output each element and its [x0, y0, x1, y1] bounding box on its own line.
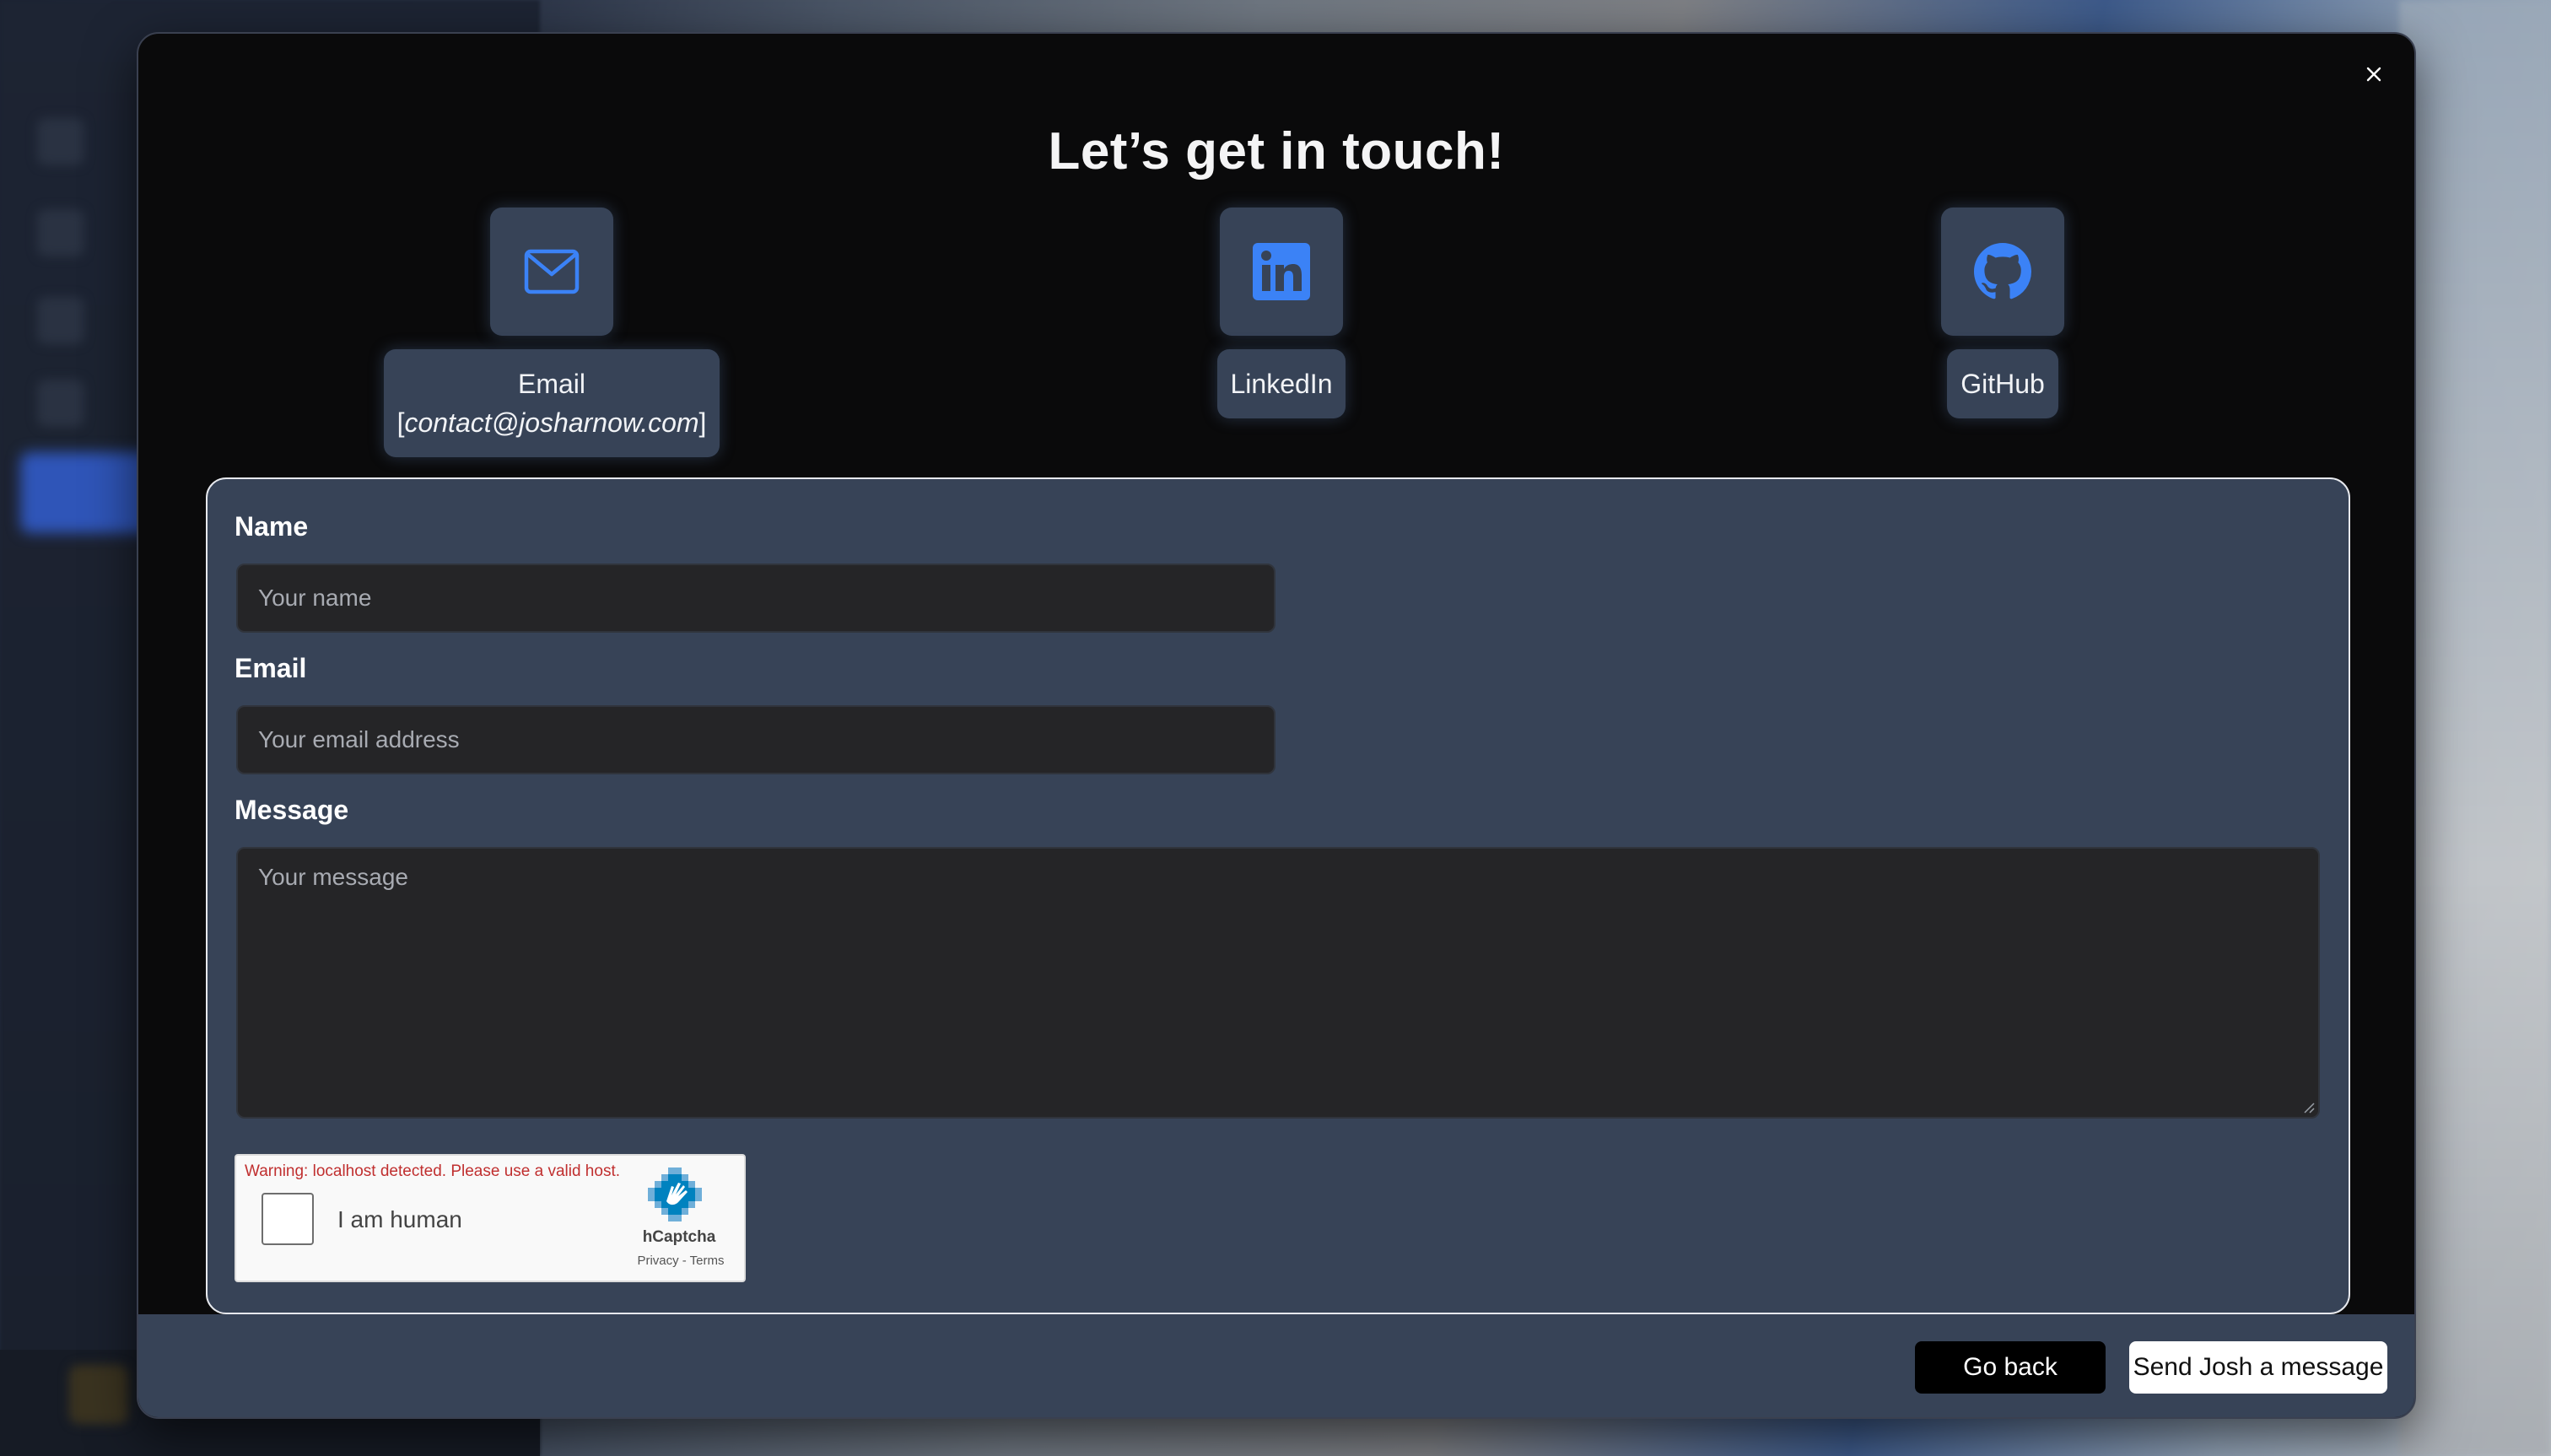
captcha-brand: hCaptcha: [642, 1228, 716, 1246]
background-nav-item: [37, 118, 84, 165]
modal-title: Let’s get in touch!: [1048, 122, 1505, 181]
name-label: Name: [235, 511, 309, 542]
close-icon: [2366, 67, 2381, 82]
github-label: GitHub: [1960, 369, 2045, 399]
background-active-item: [20, 452, 155, 533]
email-placeholder: Your email address: [258, 726, 460, 752]
resize-handle-icon[interactable]: [2301, 1100, 2315, 1114]
linkedin-label: LinkedIn: [1230, 369, 1333, 399]
captcha-widget: Warning: localhost detected. Please use …: [235, 1154, 746, 1282]
email-address: [contact@josharnow.com]: [396, 407, 707, 438]
linkedin-label-button[interactable]: LinkedIn: [1216, 349, 1346, 418]
linkedin-icon: [1253, 243, 1310, 300]
github-label-button[interactable]: GitHub: [1947, 349, 2058, 418]
background-nav-item: [37, 209, 84, 256]
email-field-label: Email: [235, 653, 307, 683]
name-placeholder: Your name: [258, 585, 372, 611]
send-message-button[interactable]: Send Josh a message: [2129, 1341, 2387, 1394]
contact-modal: Let’s get in touch! Email [contact@josha…: [137, 32, 2416, 1419]
email-icon-button[interactable]: [490, 208, 613, 336]
background-nav-item: [37, 380, 84, 427]
email-field[interactable]: Your email address: [236, 705, 1276, 774]
hcaptcha-logo-icon: [648, 1167, 702, 1221]
background-badge: [69, 1365, 128, 1424]
go-back-button[interactable]: Go back: [1915, 1341, 2106, 1394]
close-button[interactable]: [2357, 57, 2391, 91]
email-label-button[interactable]: Email [contact@josharnow.com]: [383, 349, 720, 457]
message-placeholder: Your message: [258, 864, 408, 890]
contact-email[interactable]: Email [contact@josharnow.com]: [383, 208, 720, 457]
captcha-checkbox-label: I am human: [337, 1206, 462, 1232]
modal-footer: Go back Send Josh a message: [138, 1314, 2414, 1417]
message-field[interactable]: Your message: [236, 847, 2320, 1119]
email-label: Email: [517, 369, 585, 399]
contact-linkedin[interactable]: LinkedIn: [1210, 208, 1353, 418]
background-right-panel: [2399, 0, 2551, 1456]
github-icon-button[interactable]: [1941, 208, 2064, 336]
captcha-warning: Warning: localhost detected. Please use …: [245, 1162, 620, 1180]
contact-form: Name Your name Email Your email address …: [206, 477, 2350, 1314]
message-label: Message: [235, 795, 349, 825]
name-field[interactable]: Your name: [236, 564, 1276, 633]
mail-icon: [524, 249, 580, 294]
background-nav-item: [37, 297, 84, 344]
github-icon: [1974, 243, 2031, 299]
contact-github[interactable]: GitHub: [1931, 208, 2074, 418]
captcha-links[interactable]: Privacy - Terms: [618, 1254, 744, 1268]
captcha-checkbox[interactable]: [262, 1193, 314, 1245]
linkedin-icon-button[interactable]: [1220, 208, 1343, 336]
